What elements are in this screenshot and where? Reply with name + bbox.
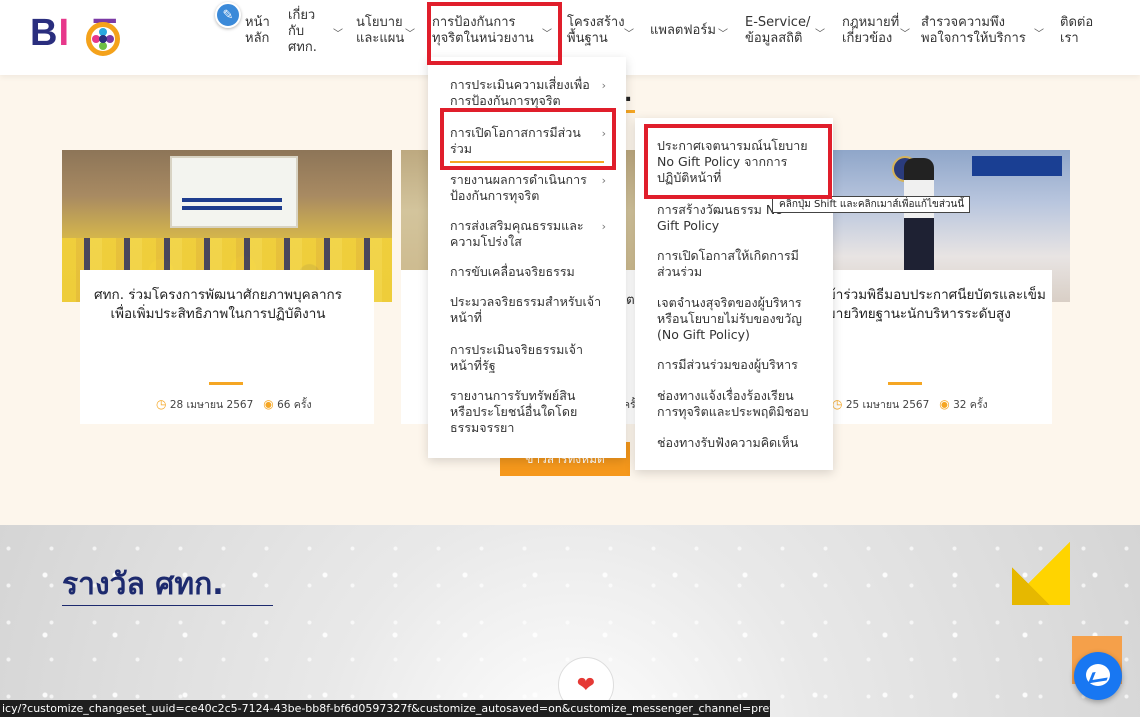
dd1-gift-report[interactable]: รายงานการรับทรัพย์สิน หรือประโยชน์อื่นใด… (450, 388, 610, 436)
news-card-3-title[interactable]: ..ข้าร่วมพิธีมอบประกาศนียบัตรและเข็ม หมา… (818, 286, 1058, 324)
nav-about[interactable]: เกี่ยว กับ ศทก. (288, 8, 317, 56)
projector-screen (170, 156, 298, 228)
browser-status-bar: icy/?customize_changeset_uuid=ce40c2c5-7… (0, 700, 770, 717)
nav-law-label: กฎหมายที่ เกี่ยวข้อง (842, 15, 900, 46)
news-card-3-accent (888, 382, 922, 385)
nav-survey-label: สำรวจความพึง พอใจการให้บริการ (921, 15, 1026, 46)
participation-submenu: ประกาศเจตนารมณ์นโยบาย No Gift Policy จาก… (635, 118, 833, 470)
messenger-chat-icon[interactable] (1074, 652, 1122, 700)
nav-contact-label: ติดต่อ เรา (1060, 15, 1094, 46)
news-card-3[interactable]: ..ข้าร่วมพิธีมอบประกาศนียบัตรและเข็ม หมา… (818, 150, 1070, 424)
decorative-shape (1012, 537, 1070, 605)
chevron-right-icon: › (601, 174, 606, 187)
news-card-1-accent (209, 382, 243, 385)
anti-corruption-dropdown: การประเมินความเสี่ยงเพื่อ การป้องกันการท… (428, 57, 626, 458)
nav-home-label: หน้า หลัก (245, 15, 270, 46)
logo-flower-icon (86, 22, 120, 56)
chevron-down-icon: ﹀ (542, 29, 552, 40)
nav-survey[interactable]: สำรวจความพึง พอใจการให้บริการ (921, 15, 1026, 47)
chevron-down-icon: ﹀ (1034, 29, 1044, 40)
news-card-3-date: 25 เมษายน 2567 (845, 399, 930, 411)
clock-icon: ◷ (156, 397, 167, 411)
news-card-1-date: 28 เมษายน 2567 (169, 399, 254, 411)
nav-policy[interactable]: นโยบาย และแผน (356, 15, 404, 47)
nav-platform-label: แพลตฟอร์ม (650, 23, 716, 38)
news-card-1[interactable]: ศทก. ร่วมโครงการพัฒนาศักยภาพบุคลากร เพื่… (62, 150, 392, 424)
clock-icon: ◷ (832, 397, 843, 411)
chevron-down-icon: ﹀ (405, 29, 415, 40)
nav-contact[interactable]: ติดต่อ เรา (1060, 15, 1093, 47)
dd2-open-participation[interactable]: การเปิดโอกาสให้เกิดการมี ส่วนร่วม (657, 248, 827, 280)
nav-eservice-label: E-Service/ ข้อมูลสถิติ (745, 15, 811, 46)
dd1-code-of-ethics[interactable]: ประมวลจริยธรรมสำหรับเจ้า หน้าที่ (450, 294, 610, 326)
dd1-ethics-drive[interactable]: การขับเคลื่อนจริยธรรม (450, 264, 610, 280)
dd1-risk-assessment[interactable]: การประเมินความเสี่ยงเพื่อ การป้องกันการท… (450, 77, 610, 109)
nav-law[interactable]: กฎหมายที่ เกี่ยวข้อง (842, 15, 899, 47)
dd2-executive-participation[interactable]: การมีส่วนร่วมของผู้บริหาร (657, 357, 827, 373)
chevron-down-icon: ﹀ (333, 29, 343, 40)
chevron-down-icon: ﹀ (624, 29, 634, 40)
chevron-down-icon: ﹀ (718, 29, 728, 40)
awards-section: รางวัล ศทก. ❤ (0, 525, 1140, 717)
nav-platform[interactable]: แพลตฟอร์ม (650, 23, 716, 39)
dd1-ethics-evaluation[interactable]: การประเมินจริยธรรมเจ้า หน้าที่รัฐ (450, 342, 610, 374)
dd1-active-underline (450, 161, 604, 163)
chevron-right-icon: › (601, 220, 606, 233)
eye-icon: ◉ (939, 397, 950, 411)
dd2-feedback-channel[interactable]: ช่องทางรับฟังความคิดเห็น (657, 435, 827, 451)
awards-title: รางวัล ศทก. (62, 567, 224, 602)
site-logo[interactable]: BI T (30, 8, 140, 62)
dd1-participation[interactable]: การเปิดโอกาสการมีส่วน ร่วม (450, 125, 610, 157)
chevron-down-icon: ﹀ (815, 29, 825, 40)
news-card-3-meta: ◷ 25 เมษายน 2567 ◉ 32 ครั้ง (832, 396, 988, 413)
dd1-prevention-report[interactable]: รายงานผลการดำเนินการ ป้องกันการทุจริต (450, 172, 610, 204)
nav-anti-corruption-label: การป้องกันการ ทุจริตในหน่วยงาน (432, 15, 534, 46)
pencil-edit-icon[interactable]: ✎ (215, 2, 241, 28)
news-card-1-title[interactable]: ศทก. ร่วมโครงการพัฒนาศักยภาพบุคลากร เพื่… (80, 286, 356, 324)
nav-about-label: เกี่ยว กับ ศทก. (288, 8, 317, 55)
chevron-right-icon: › (601, 79, 606, 92)
nav-infrastructure-label: โครงสร้าง พื้นฐาน (567, 15, 625, 46)
chevron-right-icon: › (601, 127, 606, 140)
eye-icon: ◉ (263, 397, 274, 411)
customizer-tooltip: คลิกปุ่ม Shift และคลิกเมาส์เพื่อแก้ไขส่ว… (772, 196, 970, 213)
nav-infrastructure[interactable]: โครงสร้าง พื้นฐาน (567, 15, 625, 47)
nav-policy-label: นโยบาย และแผน (356, 15, 405, 46)
nav-home[interactable]: หน้า หลัก (245, 15, 270, 47)
nav-anti-corruption[interactable]: การป้องกันการ ทุจริตในหน่วยงาน (432, 15, 534, 47)
dd2-no-gift-announcement[interactable]: ประกาศเจตนารมณ์นโยบาย No Gift Policy จาก… (657, 138, 827, 186)
awards-title-underline (62, 605, 273, 606)
news-card-3-views: 32 ครั้ง (953, 399, 988, 411)
photo-banner (972, 156, 1062, 176)
dd2-executive-integrity[interactable]: เจตจำนงสุจริตของผู้บริหาร หรือนโยบายไม่ร… (657, 295, 827, 343)
news-card-1-views: 66 ครั้ง (277, 399, 312, 411)
dd1-ethics-transparency[interactable]: การส่งเสริมคุณธรรมและ ความโปร่งใส (450, 218, 610, 250)
chevron-down-icon: ﹀ (900, 29, 910, 40)
news-card-1-meta: ◷ 28 เมษายน 2567 ◉ 66 ครั้ง (156, 396, 312, 413)
nav-eservice[interactable]: E-Service/ ข้อมูลสถิติ (745, 15, 810, 47)
dd2-complaint-channel[interactable]: ช่องทางแจ้งเรื่องร้องเรียน การทุจริตและป… (657, 388, 827, 420)
news-card-2-title-peek: ต (626, 292, 635, 308)
